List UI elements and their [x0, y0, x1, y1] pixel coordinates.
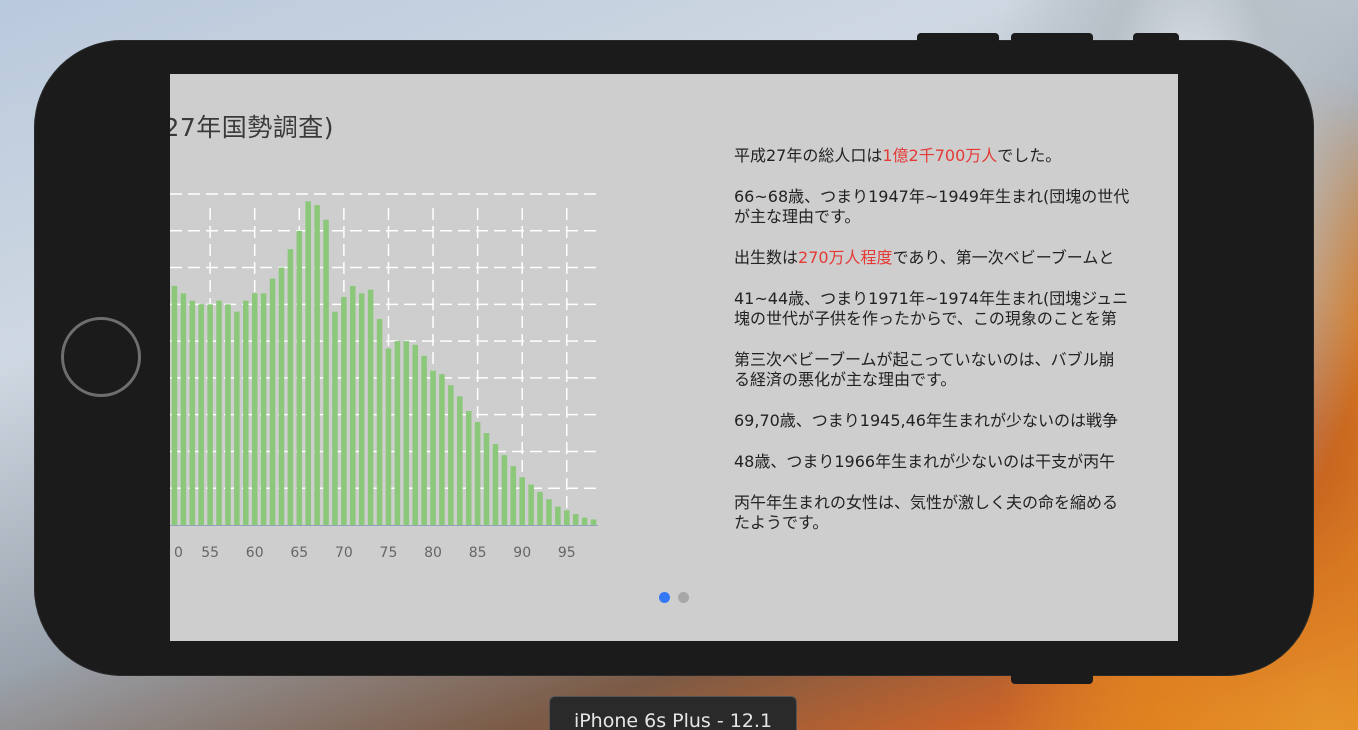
population-bar — [260, 293, 267, 525]
power-button — [1011, 675, 1093, 684]
population-bar — [358, 293, 365, 525]
x-tick-label: 65 — [290, 545, 308, 561]
population-bar — [457, 396, 463, 525]
population-bar — [590, 519, 597, 525]
population-bar — [323, 219, 329, 525]
population-bar — [296, 230, 303, 525]
population-bar — [528, 484, 534, 525]
population-bar — [251, 293, 258, 525]
population-bar — [234, 311, 240, 525]
x-tick-label: 0 — [174, 545, 183, 561]
population-bar — [492, 444, 499, 525]
population-bar — [483, 433, 490, 525]
mute-switch — [1133, 33, 1179, 41]
paragraph-line: たようです。 — [734, 513, 829, 532]
population-bar — [430, 370, 436, 525]
paragraph-line: が主な理由です。 — [734, 207, 861, 226]
population-bar — [278, 267, 285, 525]
population-bar — [564, 510, 570, 525]
paragraph-text: でした。 — [997, 146, 1062, 165]
simulator-device-label: iPhone 6s Plus - 12.1 — [549, 696, 797, 730]
app-screen: 成27年国勢調査) 0556065707580859095 平成27年の総人口は… — [170, 74, 1178, 641]
page-dot-active[interactable] — [659, 592, 670, 603]
population-bar — [546, 499, 552, 525]
explanation-paragraph: 出生数は270万人程度であり、第一次ベビーブームと — [734, 248, 1178, 268]
explanation-paragraph: 丙午年生まれの女性は、気性が激しく夫の命を縮める たようです。 — [734, 493, 1178, 533]
population-bar — [376, 319, 383, 525]
x-tick-label: 85 — [469, 545, 487, 561]
explanation-paragraph: 48歳、つまり1966年生まれが少ないのは干支が丙午 — [734, 452, 1178, 472]
population-bar — [412, 344, 418, 525]
population-bar — [314, 205, 320, 526]
population-bar — [305, 201, 311, 525]
population-bar — [439, 374, 445, 525]
highlighted-figure: 1億2千700万人 — [882, 146, 998, 165]
explanation-paragraph: 平成27年の総人口は1億2千700万人でした。 — [734, 146, 1178, 166]
population-bar — [385, 348, 392, 525]
population-bar — [180, 293, 187, 525]
volume-up-button — [917, 33, 999, 41]
population-bar — [216, 300, 222, 525]
population-bar — [510, 466, 517, 525]
population-bar — [189, 300, 196, 525]
paragraph-line: 41~44歳、つまり1971年~1974年生まれ(団塊ジュニ — [734, 289, 1129, 308]
x-tick-label: 60 — [246, 545, 264, 561]
population-bar — [171, 285, 178, 525]
population-bar-chart: 0 55 60 65 70 75 80 85 90 95 — [170, 193, 598, 561]
population-bar — [555, 506, 561, 525]
paragraph-text: であり、第一次ベビーブームと — [892, 248, 1115, 267]
paragraph-line: 69,70歳、つまり1945,46年生まれが少ないのは戦争 — [734, 411, 1118, 430]
population-bar — [421, 355, 427, 525]
paragraph-line: 48歳、つまり1966年生まれが少ないのは干支が丙午 — [734, 452, 1116, 471]
x-tick-label: 95 — [558, 545, 576, 561]
population-bar — [581, 517, 588, 525]
population-bar — [572, 513, 579, 525]
population-bar — [287, 249, 294, 525]
explanation-text: 平成27年の総人口は1億2千700万人でした。 66~68歳、つまり1947年~1… — [734, 146, 1178, 554]
paragraph-text: 平成27年の総人口は — [734, 146, 883, 165]
population-bar — [269, 278, 276, 525]
population-bar — [394, 341, 401, 525]
x-tick-label: 90 — [513, 545, 531, 561]
population-bar — [474, 422, 481, 525]
population-bar — [198, 304, 204, 525]
population-bar — [341, 296, 347, 525]
population-bar — [501, 455, 508, 525]
explanation-paragraph: 41~44歳、つまり1971年~1974年生まれ(団塊ジュニ 塊の世代が子供を作っ… — [734, 289, 1178, 329]
explanation-paragraph: 第三次ベビーブームが起こっていないのは、バブル崩 る経済の悪化が主な理由です。 — [734, 350, 1178, 390]
paragraph-line: る経済の悪化が主な理由です。 — [734, 370, 957, 389]
x-tick-label: 70 — [335, 545, 353, 561]
paragraph-line: 第三次ベビーブームが起こっていないのは、バブル崩 — [734, 350, 1115, 369]
paragraph-line: 66~68歳、つまり1947年~1949年生まれ(団塊の世代 — [734, 187, 1130, 206]
population-bar — [367, 289, 374, 525]
population-bar — [243, 300, 249, 525]
population-bar — [403, 341, 410, 525]
paragraph-text: 出生数は — [734, 248, 799, 267]
highlighted-figure: 270万人程度 — [798, 248, 893, 267]
paragraph-line: 丙午年生まれの女性は、気性が激しく夫の命を縮める — [734, 493, 1119, 512]
volume-down-button — [1011, 33, 1093, 41]
explanation-paragraph: 69,70歳、つまり1945,46年生まれが少ないのは戦争 — [734, 411, 1178, 431]
page-dot[interactable] — [678, 592, 689, 603]
population-bar — [519, 477, 525, 525]
population-bar — [225, 304, 231, 525]
population-bar — [465, 410, 472, 525]
population-bar — [350, 285, 356, 525]
population-bar — [207, 304, 213, 525]
population-bar — [537, 491, 543, 525]
x-tick-label: 75 — [380, 545, 398, 561]
paragraph-line: 塊の世代が子供を作ったからで、この現象のことを第 — [734, 309, 1117, 328]
x-tick-label: 55 — [201, 545, 219, 561]
population-bar — [332, 311, 338, 525]
population-bar — [448, 385, 454, 525]
home-button[interactable] — [61, 317, 141, 397]
x-tick-label: 80 — [424, 545, 442, 561]
explanation-paragraph: 66~68歳、つまり1947年~1949年生まれ(団塊の世代 が主な理由です。 — [734, 187, 1178, 227]
